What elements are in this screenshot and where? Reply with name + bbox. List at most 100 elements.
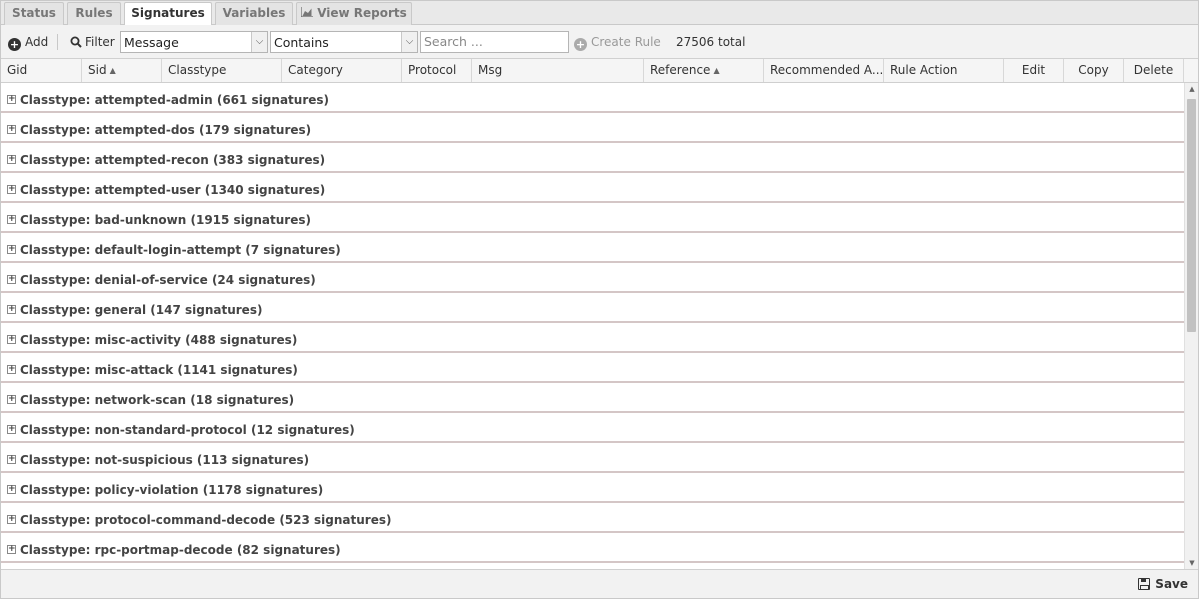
- scrollbar-thumb[interactable]: [1187, 99, 1196, 332]
- tab-variables[interactable]: Variables: [215, 2, 293, 25]
- group-row[interactable]: + Classtype: non-standard-protocol (12 si…: [1, 413, 1184, 443]
- chevron-down-icon[interactable]: ⌵: [401, 32, 417, 52]
- column-label: Gid: [7, 63, 28, 77]
- column-header-recommended-action[interactable]: Recommended A...: [764, 59, 884, 82]
- sort-asc-icon: ▲: [109, 66, 116, 75]
- column-label: Classtype: [168, 63, 227, 77]
- column-header-reference[interactable]: Reference ▲: [644, 59, 764, 82]
- column-header-protocol[interactable]: Protocol: [402, 59, 472, 82]
- sort-asc-icon: ▲: [713, 66, 720, 75]
- grid-body: + Classtype: attempted-admin (661 signatu…: [1, 83, 1184, 569]
- tab-view-reports[interactable]: View Reports: [296, 2, 412, 25]
- tab-signatures[interactable]: Signatures: [124, 2, 212, 26]
- column-header-edit[interactable]: Edit: [1004, 59, 1064, 82]
- group-label: Classtype: bad-unknown (1915 signatures): [20, 213, 311, 227]
- column-header-gid[interactable]: Gid: [1, 59, 82, 82]
- save-button-label: Save: [1155, 577, 1188, 591]
- group-row[interactable]: + Classtype: rpc-portmap-decode (82 signa…: [1, 533, 1184, 563]
- add-button[interactable]: + Add: [8, 34, 48, 51]
- column-label: Delete: [1133, 63, 1174, 77]
- group-row[interactable]: + Classtype: attempted-dos (179 signature…: [1, 113, 1184, 143]
- column-header-category[interactable]: Category: [282, 59, 402, 82]
- group-label: Classtype: network-scan (18 signatures): [20, 393, 295, 407]
- group-label: Classtype: not-suspicious (113 signature…: [20, 453, 310, 467]
- expand-icon[interactable]: +: [7, 185, 16, 194]
- search-input[interactable]: Search ...: [420, 31, 569, 53]
- chevron-down-icon[interactable]: ⌵: [251, 32, 267, 52]
- group-row[interactable]: + Classtype: denial-of-service (24 signat…: [1, 263, 1184, 293]
- filter-operator-select[interactable]: Contains ⌵: [270, 31, 418, 53]
- group-label: Classtype: misc-attack (1141 signatures): [20, 363, 298, 377]
- filter-field-select[interactable]: Message ⌵: [120, 31, 268, 53]
- expand-icon[interactable]: +: [7, 395, 16, 404]
- group-label: Classtype: policy-violation (1178 signat…: [20, 483, 324, 497]
- expand-icon[interactable]: +: [7, 455, 16, 464]
- group-row[interactable]: + Classtype: bad-unknown (1915 signatures…: [1, 203, 1184, 233]
- create-rule-button[interactable]: + Create Rule: [574, 34, 661, 51]
- group-row[interactable]: + Classtype: network-scan (18 signatures): [1, 383, 1184, 413]
- group-row[interactable]: + Classtype: not-suspicious (113 signatur…: [1, 443, 1184, 473]
- filter-field-value: Message: [124, 35, 179, 50]
- group-label: Classtype: general (147 signatures): [20, 303, 263, 317]
- expand-icon[interactable]: +: [7, 125, 16, 134]
- column-header-sid[interactable]: Sid ▲: [82, 59, 162, 82]
- group-row[interactable]: + Classtype: attempted-recon (383 signatu…: [1, 143, 1184, 173]
- group-label: Classtype: protocol-command-decode (523 …: [20, 513, 392, 527]
- expand-icon[interactable]: +: [7, 95, 16, 104]
- group-label: Classtype: attempted-user (1340 signatur…: [20, 183, 326, 197]
- column-label: Recommended A...: [770, 63, 884, 77]
- tab-status[interactable]: Status: [4, 2, 64, 25]
- group-row[interactable]: + Classtype: attempted-user (1340 signatu…: [1, 173, 1184, 203]
- group-label: Classtype: attempted-admin (661 signatur…: [20, 93, 329, 107]
- tab-rules[interactable]: Rules: [67, 2, 121, 25]
- filter-operator-value: Contains: [274, 35, 329, 50]
- column-label: Sid: [88, 63, 107, 77]
- tab-bar: Status Rules Signatures Variables View R…: [1, 1, 1198, 26]
- tab-signatures-label: Signatures: [131, 6, 205, 20]
- expand-icon[interactable]: +: [7, 425, 16, 434]
- vertical-scrollbar[interactable]: ▲ ▼: [1184, 83, 1198, 569]
- footer-bar: Save: [1, 569, 1198, 598]
- scroll-up-icon[interactable]: ▲: [1185, 83, 1199, 95]
- search-icon: [70, 36, 82, 52]
- floppy-disk-icon: [1138, 578, 1151, 590]
- group-row[interactable]: + Classtype: general (147 signatures): [1, 293, 1184, 323]
- group-row[interactable]: + Classtype: protocol-command-decode (523…: [1, 503, 1184, 533]
- group-label: Classtype: misc-activity (488 signatures…: [20, 333, 298, 347]
- expand-icon[interactable]: +: [7, 515, 16, 524]
- tab-variables-label: Variables: [222, 6, 286, 20]
- expand-icon[interactable]: +: [7, 305, 16, 314]
- group-row[interactable]: + Classtype: policy-violation (1178 signa…: [1, 473, 1184, 503]
- column-header-copy[interactable]: Copy: [1064, 59, 1124, 82]
- expand-icon[interactable]: +: [7, 365, 16, 374]
- expand-icon[interactable]: +: [7, 245, 16, 254]
- group-row[interactable]: + Classtype: attempted-admin (661 signatu…: [1, 83, 1184, 113]
- column-header-classtype[interactable]: Classtype: [162, 59, 282, 82]
- column-label: Protocol: [408, 63, 457, 77]
- toolbar: + Add Filter Message ⌵ Contains ⌵ Search …: [1, 25, 1198, 59]
- scroll-down-icon[interactable]: ▼: [1185, 557, 1199, 569]
- column-header-msg[interactable]: Msg: [472, 59, 644, 82]
- group-label: Classtype: default-login-attempt (7 sign…: [20, 243, 341, 257]
- group-row[interactable]: + Classtype: misc-activity (488 signature…: [1, 323, 1184, 353]
- tab-view-reports-label: View Reports: [317, 6, 407, 20]
- group-label: Classtype: rpc-portmap-decode (82 signat…: [20, 543, 341, 557]
- expand-icon[interactable]: +: [7, 335, 16, 344]
- column-label: Copy: [1078, 63, 1109, 77]
- group-row[interactable]: + Classtype: misc-attack (1141 signatures…: [1, 353, 1184, 383]
- expand-icon[interactable]: +: [7, 215, 16, 224]
- column-header-delete[interactable]: Delete: [1124, 59, 1184, 82]
- column-label: Rule Action: [890, 63, 958, 77]
- save-button[interactable]: Save: [1138, 577, 1188, 591]
- expand-icon[interactable]: +: [7, 155, 16, 164]
- group-row[interactable]: + Classtype: default-login-attempt (7 sig…: [1, 233, 1184, 263]
- expand-icon[interactable]: +: [7, 485, 16, 494]
- column-label: Edit: [1021, 63, 1046, 77]
- expand-icon[interactable]: +: [7, 275, 16, 284]
- plus-circle-icon: +: [574, 38, 587, 51]
- column-label: Reference: [650, 63, 711, 77]
- toolbar-separator: [57, 34, 58, 50]
- chart-icon: [300, 3, 314, 23]
- expand-icon[interactable]: +: [7, 545, 16, 554]
- column-header-rule-action[interactable]: Rule Action: [884, 59, 1004, 82]
